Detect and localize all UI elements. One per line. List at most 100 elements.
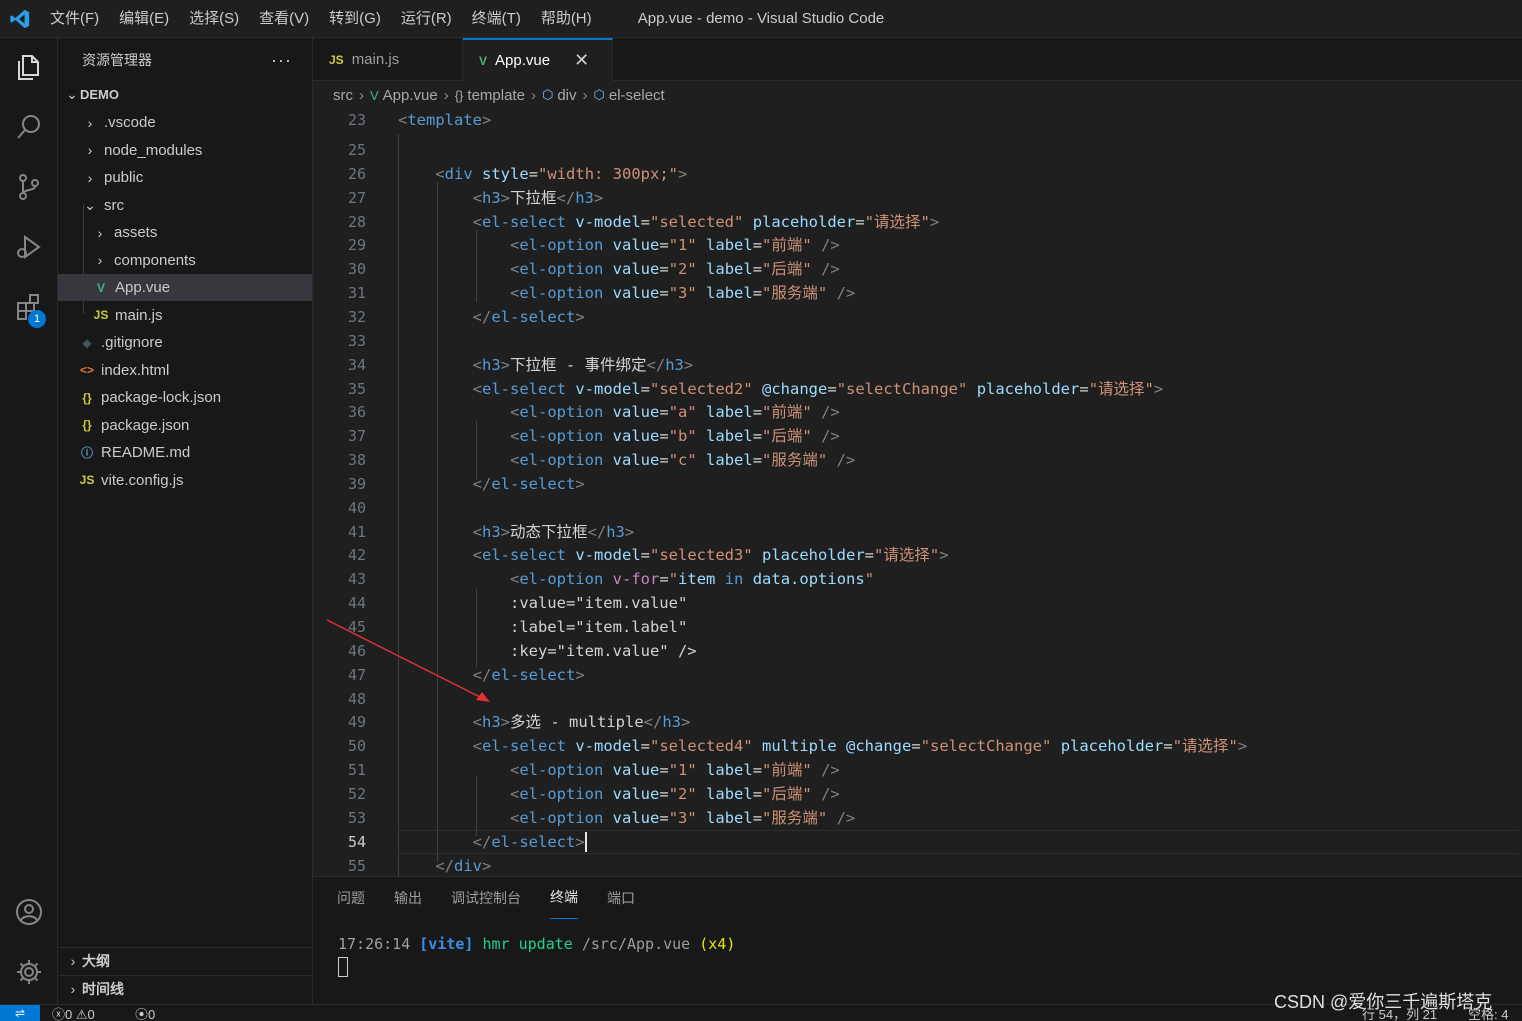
code-line[interactable]: <div style="width: 300px;"> [398, 162, 687, 186]
code-line[interactable]: <el-option value="3" label="服务端" /> [398, 281, 855, 305]
tree-item[interactable]: JS main.js [58, 302, 312, 329]
explorer-icon[interactable] [0, 38, 58, 96]
code-line[interactable]: :value="item.value" [398, 591, 687, 615]
tree-item[interactable]: › assets [58, 219, 312, 246]
menu-item[interactable]: 文件(F) [40, 0, 109, 38]
tree-item[interactable]: {} package.json [58, 412, 312, 439]
line-number: 25 [347, 141, 366, 159]
code-line[interactable]: <h3>多选 - multiple</h3> [398, 710, 691, 734]
code-line[interactable]: <el-option v-for="item in data.options" [398, 567, 874, 591]
breadcrumb-item[interactable]: src [333, 87, 353, 104]
tree-item[interactable]: › .vscode [58, 109, 312, 136]
line-number: 36 [347, 403, 366, 422]
menu-item[interactable]: 帮助(H) [531, 0, 602, 38]
line-number: 32 [347, 307, 366, 326]
accounts-icon[interactable] [0, 883, 58, 941]
tree-item[interactable]: ◆ .gitignore [58, 329, 312, 356]
tab-app-vue[interactable]: V App.vue ✕ [463, 38, 613, 81]
menu-item[interactable]: 转到(G) [319, 0, 391, 38]
code-line[interactable]: <el-select v-model="selected2" @change="… [398, 377, 1164, 401]
code-line[interactable]: </el-select> [398, 472, 585, 496]
more-actions-icon[interactable]: ··· [271, 50, 292, 71]
code-line[interactable]: </el-select> [398, 830, 587, 854]
code-line[interactable]: <el-select v-model="selected" placeholde… [398, 210, 940, 234]
vue-icon: V [479, 53, 488, 68]
code-line[interactable]: <el-option value="3" label="服务端" /> [398, 806, 855, 830]
problems-status[interactable]: ⓧ0 ⚠0 [52, 1005, 95, 1021]
breadcrumb-item[interactable]: App.vue [383, 87, 438, 104]
source-control-icon[interactable] [0, 158, 58, 216]
tab-main-js[interactable]: JS main.js [313, 38, 463, 81]
chevron-right-icon: › [443, 86, 449, 104]
panel-tab[interactable]: 终端 [550, 877, 578, 919]
menu-item[interactable]: 终端(T) [462, 0, 531, 38]
remote-icon[interactable]: ⇌ [0, 1005, 40, 1021]
code-line[interactable]: :key="item.value" /> [398, 639, 697, 663]
tree-item-label: package.json [101, 416, 190, 434]
code-line[interactable]: <el-select v-model="selected3" placehold… [398, 543, 949, 567]
outline-section[interactable]: › 大纲 [58, 947, 312, 974]
code-line[interactable]: :label="item.label" [398, 615, 687, 639]
ports-status[interactable]: ⦿0 [135, 1005, 155, 1021]
panel-tab[interactable]: 输出 [394, 877, 422, 919]
code-line[interactable]: <el-option value="1" label="前端" /> [398, 758, 840, 782]
code-line[interactable]: </el-select> [398, 663, 585, 687]
tree-item[interactable]: ⌄ src [58, 192, 312, 219]
tree-item[interactable]: › node_modules [58, 137, 312, 164]
code-line[interactable]: <el-option value="2" label="后端" /> [398, 257, 840, 281]
code-line[interactable]: <h3>动态下拉框</h3> [398, 520, 635, 544]
text-cursor [584, 832, 587, 853]
extensions-icon[interactable]: 1 [0, 278, 58, 336]
code-line[interactable]: </el-select> [398, 305, 585, 329]
menu-item[interactable]: 编辑(E) [109, 0, 179, 38]
code-line[interactable]: <el-select v-model="selected4" multiple … [398, 734, 1248, 758]
code-line[interactable]: <el-option value="a" label="前端" /> [398, 400, 840, 424]
warning-count: 0 [87, 1007, 95, 1021]
line-number: 31 [347, 284, 366, 303]
panel-tab[interactable]: 端口 [607, 877, 635, 919]
code-line[interactable]: <el-option value="1" label="前端" /> [398, 233, 840, 257]
explorer-root[interactable]: ⌄ DEMO [58, 81, 312, 108]
terminal-output[interactable]: 17:26:14 [vite] hmr update /src/App.vue … [338, 935, 735, 953]
menu-item[interactable]: 选择(S) [179, 0, 249, 38]
timeline-label: 时间线 [82, 981, 124, 997]
line-number: 51 [347, 761, 366, 780]
panel-tab[interactable]: 调试控制台 [451, 877, 521, 919]
panel-tab[interactable]: 问题 [337, 877, 365, 919]
code-line[interactable]: <h3>下拉框 - 事件绑定</h3> [398, 353, 694, 377]
tree-item[interactable]: › components [58, 247, 312, 274]
code-editor[interactable]: 23 <template> 25 26 <div style="width: 300p… [313, 108, 1522, 876]
gear-icon[interactable] [0, 943, 58, 1001]
breadcrumb-item[interactable]: el-select [609, 87, 665, 104]
code-line[interactable]: <el-option value="b" label="后端" /> [398, 424, 840, 448]
line-number: 50 [347, 737, 366, 756]
code-line[interactable]: <el-option value="c" label="服务端" /> [398, 448, 855, 472]
search-icon[interactable] [0, 98, 58, 156]
menu-bar: 文件(F) 编辑(E) 选择(S) 查看(V) 转到(G) 运行(R) 终端(T) 帮助(H) [40, 0, 602, 38]
line-number: 47 [347, 665, 366, 684]
tree-item[interactable]: JS vite.config.js [58, 467, 312, 494]
menu-item[interactable]: 查看(V) [249, 0, 319, 38]
tree-item[interactable]: {} package-lock.json [58, 384, 312, 411]
breadcrumb-item[interactable]: div [557, 87, 576, 104]
tree-item[interactable]: ⓘ README.md [58, 439, 312, 466]
tree-item-label: App.vue [115, 279, 171, 296]
code-line[interactable]: <template> [398, 108, 491, 132]
breadcrumb-item[interactable]: template [467, 87, 525, 104]
tree-item[interactable]: › public [58, 164, 312, 191]
line-number: 53 [347, 808, 366, 827]
tree-item[interactable]: <> index.html [58, 357, 312, 384]
code-line[interactable]: <h3>下拉框</h3> [398, 186, 604, 210]
menu-item[interactable]: 运行(R) [391, 0, 462, 38]
timeline-section[interactable]: › 时间线 [58, 975, 312, 1002]
run-debug-icon[interactable] [0, 218, 58, 276]
tree-item-label: README.md [101, 444, 191, 461]
code-line[interactable]: </div> [398, 854, 491, 877]
js-icon: JS [93, 308, 109, 322]
explorer-title: 资源管理器 [82, 52, 152, 68]
code-line[interactable]: <el-option value="2" label="后端" /> [398, 782, 840, 806]
line-number: 39 [347, 474, 366, 493]
close-icon[interactable]: ✕ [574, 50, 589, 71]
tree-item[interactable]: V App.vue [58, 274, 312, 301]
line-number: 42 [347, 546, 366, 565]
